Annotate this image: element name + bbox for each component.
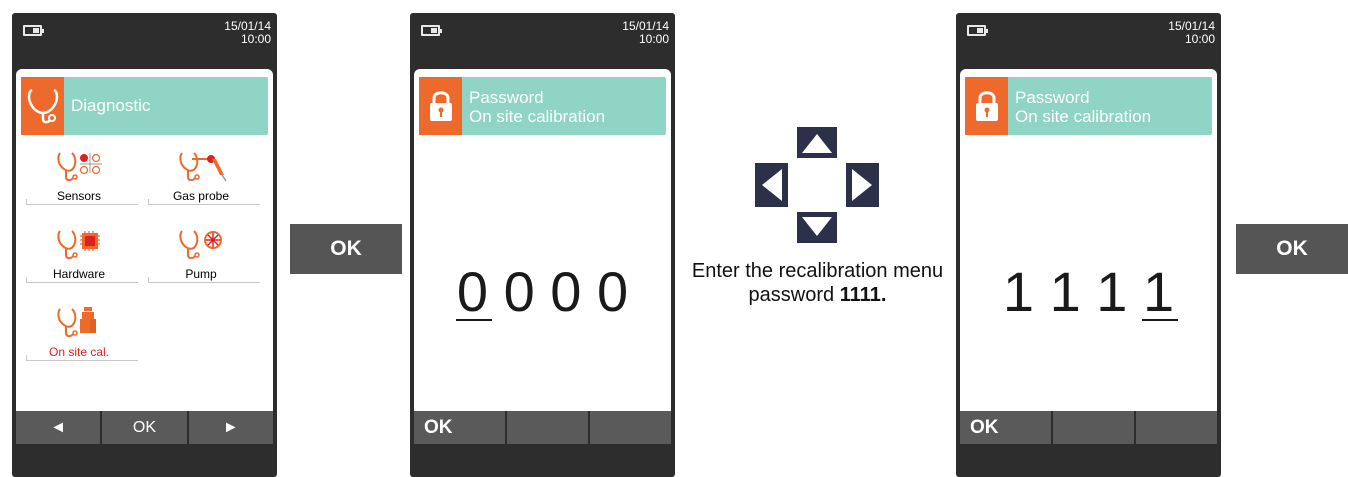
battery-icon: [421, 25, 442, 36]
ok-softkey[interactable]: OK: [414, 411, 505, 444]
ok-softkey[interactable]: OK: [102, 411, 187, 444]
screen-header: Diagnostic: [21, 77, 268, 135]
menu-label: Sensors: [56, 189, 102, 203]
blank-softkey[interactable]: [507, 411, 588, 444]
password-value: 1111.: [839, 284, 887, 306]
padlock-icon: [419, 77, 462, 135]
digit-cursor: [1142, 319, 1178, 321]
stethoscope-icon: [21, 77, 64, 135]
sensors-icon: [57, 152, 102, 182]
instruction-text: Enter the recalibration menu password 11…: [691, 260, 944, 306]
softkey-bar: OK: [414, 411, 671, 444]
blank-softkey[interactable]: [1053, 411, 1134, 444]
device-password-entry: 15/01/14 10:00 Password On site calibrat…: [410, 13, 675, 477]
blank-softkey[interactable]: [590, 411, 671, 444]
menu-item-pump[interactable]: Pump: [142, 227, 260, 283]
menu-label: Gas probe: [172, 189, 230, 203]
screen: Password On site calibration 1 1 1 1 OK: [960, 69, 1217, 444]
menu-item-on-site-cal[interactable]: On site cal.: [20, 305, 138, 361]
hardware-icon: [57, 230, 100, 260]
header-title: Password: [469, 88, 544, 107]
password-digits[interactable]: 1 1 1 1: [960, 259, 1217, 324]
header-title: Password: [1015, 88, 1090, 107]
menu-label: Hardware: [52, 267, 106, 281]
menu-item-sensors[interactable]: Sensors: [20, 149, 138, 205]
menu-item-hardware[interactable]: Hardware: [20, 227, 138, 283]
time-label: 10:00: [638, 32, 669, 46]
battery-icon: [23, 25, 44, 36]
menu-label: Pump: [185, 267, 217, 281]
header-title: Diagnostic: [71, 96, 151, 115]
time-label: 10:00: [240, 32, 271, 46]
time-label: 10:00: [1184, 32, 1215, 46]
on-site-cal-icon: [57, 307, 96, 338]
ok-button[interactable]: OK: [1236, 224, 1348, 274]
screen-header: Password On site calibration: [965, 77, 1212, 135]
status-bar: 15/01/14 10:00: [12, 13, 277, 55]
header-subtitle: On site calibration: [469, 107, 606, 126]
battery-icon: [967, 25, 988, 36]
header-subtitle: On site calibration: [1015, 107, 1152, 126]
screen-header: Password On site calibration: [419, 77, 666, 135]
screen: Password On site calibration 0 0 0 0 OK: [414, 69, 671, 444]
ok-button[interactable]: OK: [290, 224, 402, 274]
softkey-bar: OK: [960, 411, 1217, 444]
pump-icon: [179, 230, 222, 260]
arrow-keys-icon: [755, 127, 879, 243]
gas-probe-icon: [179, 152, 227, 182]
status-bar: 15/01/14 10:00: [956, 13, 1221, 55]
ok-softkey[interactable]: OK: [960, 411, 1051, 444]
right-arrow-softkey[interactable]: ►: [188, 411, 273, 444]
device-diagnostic: 15/01/14 10:00 Diagnostic Sensors Gas pr…: [12, 13, 277, 477]
status-bar: 15/01/14 10:00: [410, 13, 675, 55]
menu-item-gas-probe[interactable]: Gas probe: [142, 149, 260, 205]
device-password-entered: 15/01/14 10:00 Password On site calibrat…: [956, 13, 1221, 477]
softkey-bar: ◄ OK ►: [16, 411, 273, 444]
digit-cursor: [456, 319, 492, 321]
padlock-icon: [965, 77, 1008, 135]
left-arrow-softkey[interactable]: ◄: [16, 411, 101, 444]
screen: Diagnostic Sensors Gas probe Hardware Pu…: [16, 69, 273, 444]
password-digits[interactable]: 0 0 0 0: [414, 259, 671, 324]
arrow-keys: [755, 127, 879, 243]
blank-softkey[interactable]: [1136, 411, 1217, 444]
menu-label: On site cal.: [48, 345, 110, 359]
